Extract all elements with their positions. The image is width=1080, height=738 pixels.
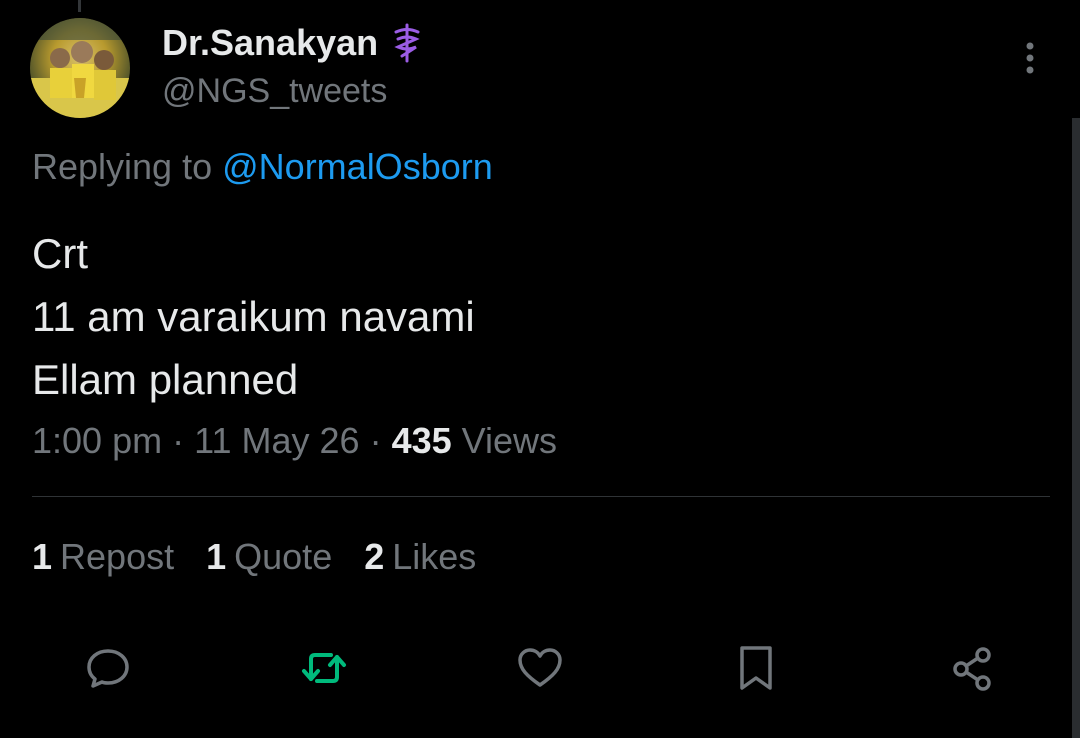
repost-icon[interactable] bbox=[296, 640, 352, 696]
tweet-line: 11 am varaikum navami bbox=[32, 293, 475, 340]
mention-link[interactable]: @NormalOsborn bbox=[222, 146, 493, 187]
tweet-time[interactable]: 1:00 pm bbox=[32, 420, 162, 461]
likes-label: Likes bbox=[392, 536, 477, 577]
reposts-count: 1 bbox=[32, 536, 53, 577]
reposts-stat[interactable]: 1 Repost bbox=[32, 536, 174, 578]
quotes-count: 1 bbox=[206, 536, 227, 577]
share-icon[interactable] bbox=[944, 640, 1000, 696]
display-name-row[interactable]: Dr.Sanakyan bbox=[162, 22, 424, 64]
quotes-label: Quote bbox=[234, 536, 333, 577]
likes-stat[interactable]: 2 Likes bbox=[364, 536, 476, 578]
tweet-text: Crt 11 am varaikum navami Ellam planned bbox=[32, 222, 475, 411]
quotes-stat[interactable]: 1 Quote bbox=[206, 536, 332, 578]
views-label: Views bbox=[461, 420, 558, 461]
divider bbox=[32, 496, 1050, 497]
tweet-line: Ellam planned bbox=[32, 356, 299, 403]
handle[interactable]: @NGS_tweets bbox=[162, 72, 387, 111]
bookmark-icon[interactable] bbox=[728, 640, 784, 696]
separator: · bbox=[172, 420, 185, 461]
likes-count: 2 bbox=[364, 536, 385, 577]
tweet-line: Crt bbox=[32, 230, 88, 277]
engagement-stats: 1 Repost 1 Quote 2 Likes bbox=[32, 536, 476, 578]
replying-to: Replying to @NormalOsborn bbox=[32, 146, 493, 188]
reposts-label: Repost bbox=[60, 536, 175, 577]
medical-caduceus-icon bbox=[390, 23, 424, 63]
separator: · bbox=[369, 420, 382, 461]
views-count: 435 bbox=[391, 420, 452, 461]
tweet-date[interactable]: 11 May 26 bbox=[194, 420, 359, 461]
more-vertical-icon[interactable] bbox=[1020, 40, 1040, 80]
heart-icon[interactable] bbox=[512, 640, 568, 696]
reply-icon[interactable] bbox=[80, 640, 136, 696]
action-bar bbox=[0, 640, 1080, 700]
tweet-meta: 1:00 pm · 11 May 26 · 435 Views bbox=[32, 420, 557, 462]
thread-line bbox=[78, 0, 81, 12]
avatar[interactable] bbox=[30, 18, 130, 118]
display-name[interactable]: Dr.Sanakyan bbox=[162, 22, 378, 64]
replying-prefix: Replying to bbox=[32, 146, 213, 187]
